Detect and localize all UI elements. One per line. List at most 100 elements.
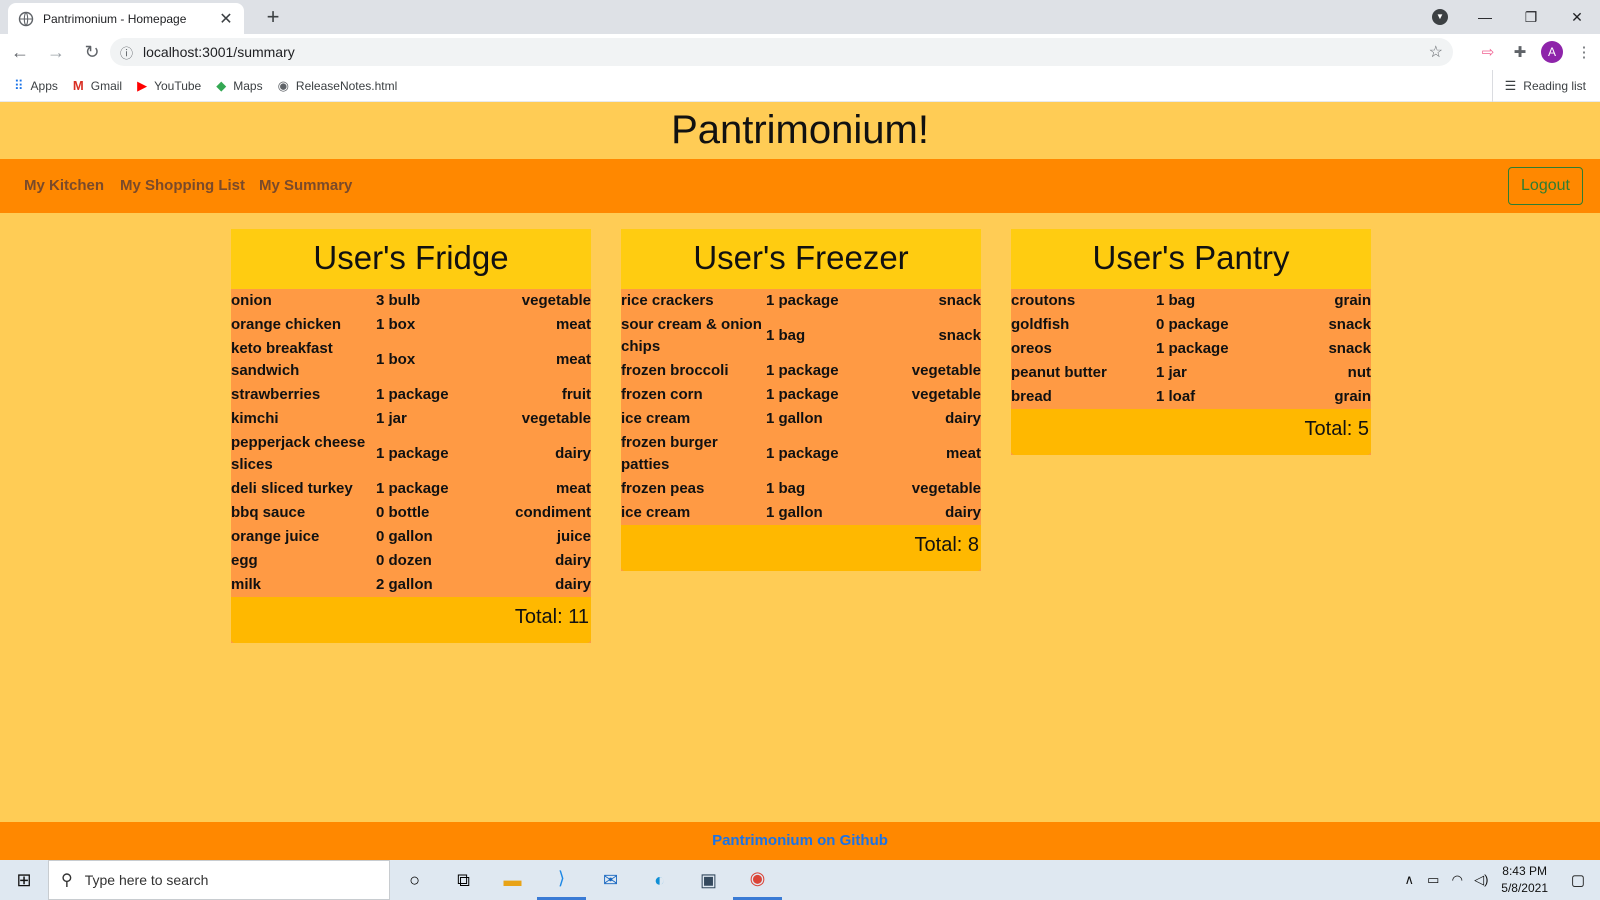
item-quantity: 1 package bbox=[766, 362, 839, 379]
browser-tabstrip: Pantrimonium - Homepage ✕ + ▼ — ❐ ✕ bbox=[0, 0, 1600, 34]
url-text[interactable]: localhost:3001/summary bbox=[143, 44, 1429, 60]
menu-icon[interactable]: ⋮ bbox=[1568, 43, 1600, 61]
address-bar[interactable]: ⓘ localhost:3001/summary ☆ bbox=[110, 38, 1453, 66]
reading-list-icon: ☰ bbox=[1504, 78, 1517, 93]
item-quantity: 1 jar bbox=[376, 410, 407, 427]
item-quantity: 1 box bbox=[376, 351, 416, 368]
item-quantity: 1 gallon bbox=[766, 410, 823, 427]
clock-date: 5/8/2021 bbox=[1501, 881, 1548, 895]
item-category: dairy bbox=[555, 445, 591, 462]
windows-start-icon[interactable]: ⊞ bbox=[0, 860, 48, 900]
bookmark-star-icon[interactable]: ☆ bbox=[1429, 42, 1443, 62]
minimize-icon[interactable]: — bbox=[1462, 9, 1508, 25]
reading-list-button[interactable]: ☰ Reading list bbox=[1491, 70, 1586, 102]
item-quantity: 1 jar bbox=[1156, 364, 1187, 381]
bookmark-apps[interactable]: ⠿ Apps bbox=[14, 78, 58, 94]
bookmark-gmail[interactable]: M Gmail bbox=[73, 78, 122, 93]
item-category: vegetable bbox=[521, 292, 591, 309]
pantry-card: User's Pantry croutons 1 bag grain goldfish… bbox=[1011, 229, 1371, 455]
list-item: bread 1 loaf grain bbox=[1011, 385, 1371, 409]
list-item: kimchi 1 jar vegetable bbox=[231, 407, 591, 431]
forward-icon[interactable]: → bbox=[40, 36, 72, 68]
item-quantity: 1 bag bbox=[1156, 292, 1196, 309]
back-icon[interactable]: ← bbox=[4, 36, 36, 68]
task-view-icon[interactable]: ⧉ bbox=[439, 860, 488, 900]
item-name: sour cream & onion chips bbox=[621, 316, 762, 355]
notification-icon[interactable]: ▢ bbox=[1556, 871, 1600, 889]
item-quantity: 3 bulb bbox=[376, 292, 421, 309]
card-item-list: croutons 1 bag grain goldfish 0 package snack… bbox=[1011, 289, 1371, 409]
reload-icon[interactable]: ↻ bbox=[76, 36, 108, 68]
card-title: User's Fridge bbox=[231, 229, 591, 289]
card-total: Total: 5 bbox=[1011, 409, 1371, 455]
bookmark-label: YouTube bbox=[154, 78, 202, 93]
volume-icon[interactable]: ◁) bbox=[1469, 872, 1493, 888]
globe-icon: ◉ bbox=[277, 77, 289, 93]
list-item: croutons 1 bag grain bbox=[1011, 289, 1371, 313]
file-explorer-icon[interactable]: ▬ bbox=[488, 860, 537, 900]
globe-icon bbox=[18, 11, 34, 26]
list-item: onion 3 bulb vegetable bbox=[231, 289, 591, 313]
item-name: frozen burger patties bbox=[621, 434, 718, 473]
list-item: egg 0 dozen dairy bbox=[231, 549, 591, 573]
item-name: onion bbox=[231, 292, 272, 309]
logout-button[interactable]: Logout bbox=[1508, 167, 1583, 205]
close-window-icon[interactable]: ✕ bbox=[1554, 9, 1600, 26]
browser-tab[interactable]: Pantrimonium - Homepage ✕ bbox=[8, 3, 244, 34]
item-category: condiment bbox=[515, 504, 591, 521]
taskbar-clock[interactable]: 8:43 PM 5/8/2021 bbox=[1501, 863, 1548, 897]
list-item: strawberries 1 package fruit bbox=[231, 383, 591, 407]
restore-icon[interactable]: ❐ bbox=[1508, 9, 1554, 26]
vscode-icon[interactable]: ⟩ bbox=[537, 860, 586, 900]
puzzle-icon[interactable]: ✚ bbox=[1504, 43, 1536, 61]
bookmark-label: Maps bbox=[233, 78, 263, 93]
nav-my-summary[interactable]: My Summary bbox=[259, 159, 352, 213]
item-quantity: 2 gallon bbox=[376, 576, 433, 593]
nav-my-shopping-list[interactable]: My Shopping List bbox=[120, 159, 245, 213]
extension-icon[interactable]: ⇨ bbox=[1472, 43, 1504, 61]
maps-icon: ◆ bbox=[216, 77, 227, 93]
cortana-icon[interactable]: ○ bbox=[390, 860, 439, 900]
github-link[interactable]: Pantrimonium on Github bbox=[712, 832, 888, 849]
taskbar-search-input[interactable]: ⚲ Type here to search bbox=[48, 860, 390, 900]
item-name: strawberries bbox=[231, 386, 321, 403]
list-item: goldfish 0 package snack bbox=[1011, 313, 1371, 337]
bookmark-youtube[interactable]: ▶ YouTube bbox=[137, 78, 201, 94]
list-item: milk 2 gallon dairy bbox=[231, 573, 591, 597]
nav-my-kitchen[interactable]: My Kitchen bbox=[24, 159, 104, 213]
item-category: nut bbox=[1347, 364, 1371, 381]
app-icon[interactable]: ▣ bbox=[684, 860, 733, 900]
item-category: dairy bbox=[945, 410, 981, 427]
chrome-icon[interactable]: ◉ bbox=[733, 860, 782, 900]
bookmark-maps[interactable]: ◆ Maps bbox=[216, 78, 262, 94]
edge-icon[interactable]: ◐ bbox=[635, 860, 684, 900]
item-category: fruit bbox=[561, 386, 591, 403]
item-category: meat bbox=[555, 480, 591, 497]
wifi-icon[interactable]: ◠ bbox=[1445, 872, 1469, 888]
item-name: frozen corn bbox=[621, 386, 703, 403]
tab-search-icon[interactable]: ▼ bbox=[1432, 9, 1448, 25]
toolbar-right: ⇨ ✚ A ⋮ bbox=[1472, 34, 1600, 70]
tab-close-icon[interactable]: ✕ bbox=[218, 9, 234, 29]
new-tab-button[interactable]: + bbox=[260, 4, 286, 30]
page-footer: Pantrimonium on Github bbox=[0, 822, 1600, 860]
item-quantity: 1 package bbox=[376, 386, 449, 403]
site-info-icon[interactable]: ⓘ bbox=[120, 43, 133, 62]
item-quantity: 1 gallon bbox=[766, 504, 823, 521]
avatar[interactable]: A bbox=[1541, 41, 1563, 63]
chevron-up-icon[interactable]: ∧ bbox=[1397, 872, 1421, 888]
item-name: goldfish bbox=[1011, 316, 1070, 333]
item-name: deli sliced turkey bbox=[231, 480, 353, 497]
item-name: orange chicken bbox=[231, 316, 342, 333]
battery-icon[interactable]: ▭ bbox=[1421, 872, 1445, 888]
item-quantity: 1 package bbox=[766, 292, 839, 309]
bookmark-label: Gmail bbox=[90, 78, 123, 93]
item-category: meat bbox=[555, 316, 591, 333]
window-controls: — ❐ ✕ bbox=[1462, 0, 1600, 34]
gmail-icon: M bbox=[72, 78, 84, 93]
youtube-icon: ▶ bbox=[137, 77, 148, 93]
item-name: oreos bbox=[1011, 340, 1052, 357]
bookmark-releasenotes[interactable]: ◉ ReleaseNotes.html bbox=[278, 78, 398, 94]
item-category: snack bbox=[1328, 316, 1371, 333]
mail-icon[interactable]: ✉ bbox=[586, 860, 635, 900]
